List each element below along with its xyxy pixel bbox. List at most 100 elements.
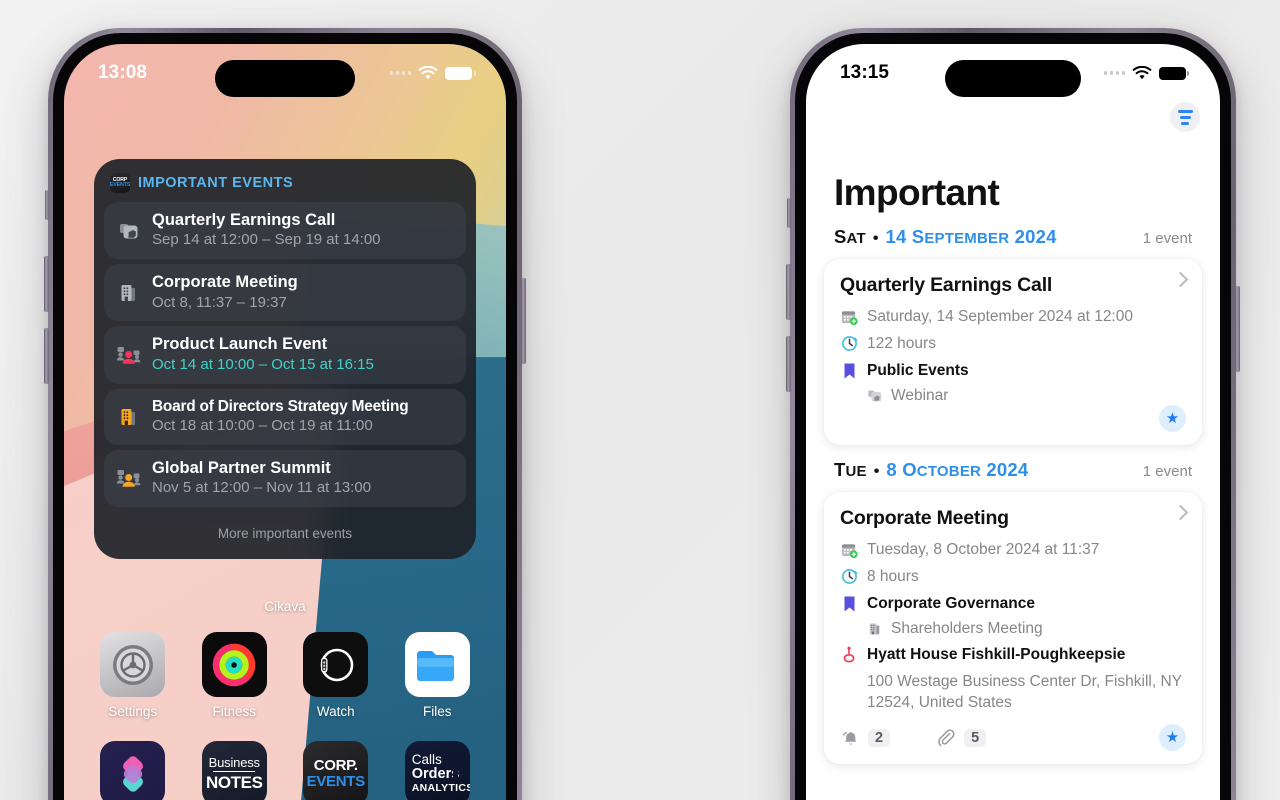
mute-switch[interactable] — [45, 190, 49, 220]
clock-duration-icon — [840, 568, 858, 586]
power-button[interactable] — [521, 278, 526, 364]
dynamic-island — [215, 60, 355, 97]
widget-event-date: Sep 14 at 12:00 – Sep 19 at 14:00 — [152, 231, 381, 249]
app-icon-shortcuts[interactable]: Shortcuts — [82, 741, 184, 800]
bookmark-icon — [840, 362, 858, 380]
widget-event-name: Product Launch Event — [152, 335, 328, 354]
day-date: 8 OCTOBER 2024 — [886, 459, 1029, 480]
cikava-line1: CORP. — [313, 756, 358, 774]
volume-down-button[interactable] — [44, 328, 49, 384]
widget-event-name: Board of Directors Strategy Meeting — [152, 397, 409, 415]
status-time: 13:15 — [840, 62, 890, 83]
webinar-hand-icon — [867, 388, 883, 404]
app-icon-settings[interactable]: Settings — [82, 632, 184, 719]
events-scroll-list[interactable]: SAT • 14 SEPTEMBER 2024 1 event Quarterl… — [806, 226, 1220, 800]
building-icon — [116, 404, 142, 430]
event-datetime-row: Tuesday, 8 October 2024 at 11:37 — [840, 540, 1186, 560]
widget-event-row[interactable]: Global Partner Summit Nov 5 at 12:00 – N… — [104, 449, 466, 507]
files-folder-icon — [404, 632, 470, 697]
building-icon — [867, 621, 883, 637]
calls-line3: ANALYTICS — [411, 781, 470, 794]
day-event-count: 1 event — [1142, 230, 1192, 247]
widget-event-row[interactable]: Product Launch Event Oct 14 at 10:00 – O… — [104, 326, 466, 384]
day-group: TUE • 8 OCTOBER 2024 1 event Corporate M… — [824, 459, 1202, 765]
phone-right-bezel: 13:15 Important SAT • 14 SEPTEMBER 2024 … — [795, 33, 1231, 800]
event-card[interactable]: Quarterly Earnings Call Saturday, 14 Sep… — [824, 259, 1202, 445]
star-icon[interactable]: ★ — [1159, 405, 1186, 432]
webinar-hand-icon — [116, 218, 142, 244]
widget-event-name: Global Partner Summit — [152, 458, 331, 477]
event-datetime: Tuesday, 8 October 2024 at 11:37 — [867, 541, 1100, 558]
event-duration: 8 hours — [867, 567, 919, 585]
calendar-plus-icon — [840, 308, 858, 326]
mute-switch[interactable] — [787, 198, 791, 228]
day-of-week: SAT — [834, 226, 866, 247]
app-label: Settings — [108, 704, 158, 719]
watch-icon — [303, 632, 369, 697]
app-label: Files — [422, 704, 452, 719]
app-icon-cikava[interactable]: CORP. EVENTS Cikava — [285, 741, 387, 800]
cikava-icon: CORP. EVENTS — [303, 741, 369, 800]
important-events-widget[interactable]: CORP EVENTS IMPORTANT EVENTS Quarterly E… — [94, 159, 476, 559]
app-icon-files[interactable]: Files — [387, 632, 489, 719]
notetka-line1: Business — [208, 754, 260, 770]
day-header: SAT • 14 SEPTEMBER 2024 1 event — [824, 226, 1202, 259]
day-group: SAT • 14 SEPTEMBER 2024 1 event Quarterl… — [824, 226, 1202, 445]
widget-event-date: Oct 14 at 10:00 – Oct 15 at 16:15 — [152, 355, 374, 373]
widget-title: IMPORTANT EVENTS — [138, 175, 294, 191]
event-location-row: Hyatt House Fishkill-Poughkeepsie — [840, 645, 1186, 665]
toolbar — [1170, 102, 1200, 132]
filter-icon[interactable] — [1170, 102, 1200, 132]
star-glyph: ★ — [1165, 729, 1180, 747]
battery-icon — [1159, 66, 1189, 80]
call-scheduler-icon: Calls Orders ANALYTICS — [404, 741, 470, 800]
volume-up-button[interactable] — [786, 264, 791, 320]
dynamic-island — [945, 60, 1081, 97]
day-separator: • — [873, 463, 880, 480]
app-icon-watch[interactable]: Watch — [285, 632, 387, 719]
widget-event-date: Oct 18 at 10:00 – Oct 19 at 11:00 — [152, 416, 373, 434]
star-icon[interactable]: ★ — [1159, 724, 1186, 752]
widget-event-row[interactable]: Corporate Meeting Oct 8, 11:37 – 19:37 — [104, 264, 466, 322]
event-datetime: Saturday, 14 September 2024 at 12:00 — [867, 308, 1133, 325]
event-category: Corporate Governance — [867, 594, 1035, 612]
attachments-count: 5 — [964, 728, 987, 747]
day-separator: • — [872, 230, 879, 247]
phone-left-bezel: 13:08 CORP EVENTS IMPORTANT EVENTS Quart… — [53, 33, 517, 800]
shortcuts-icon — [100, 741, 166, 800]
settings-gear-icon — [100, 632, 166, 697]
app-icon-call-scheduler[interactable]: Calls Orders ANALYTICS Call Scheduler — [387, 741, 489, 800]
signal-dots-icon — [389, 71, 411, 75]
notetka-icon: Business NOTES — [201, 741, 267, 800]
event-location-name: Hyatt House Fishkill-Poughkeepsie — [867, 646, 1126, 664]
event-datetime-row: Saturday, 14 September 2024 at 12:00 — [840, 307, 1186, 327]
location-pin-icon — [840, 646, 858, 664]
widget-event-name: Quarterly Earnings Call — [152, 211, 336, 229]
event-duration-row: 122 hours — [840, 334, 1186, 354]
star-glyph: ★ — [1165, 410, 1180, 427]
widget-more-link[interactable]: More important events — [104, 512, 466, 551]
app-icon-notetka[interactable]: Business NOTES Notetka — [184, 741, 286, 800]
wifi-icon — [418, 65, 438, 79]
event-subcategory: Webinar — [891, 387, 949, 405]
event-duration-row: 8 hours — [840, 567, 1186, 587]
volume-down-button[interactable] — [786, 336, 791, 392]
widget-event-row[interactable]: Board of Directors Strategy Meeting Oct … — [104, 388, 466, 445]
app-icon-fitness[interactable]: Fitness — [184, 632, 286, 719]
event-card[interactable]: Corporate Meeting Tuesday, 8 October 202… — [824, 492, 1202, 765]
phone-left: 13:08 CORP EVENTS IMPORTANT EVENTS Quart… — [44, 28, 526, 800]
widget-icon-line2: EVENTS — [110, 181, 130, 188]
power-button[interactable] — [1235, 286, 1240, 372]
cikava-app-screen: 13:15 Important SAT • 14 SEPTEMBER 2024 … — [806, 44, 1220, 800]
cikava-line2: EVENTS — [306, 772, 366, 790]
building-icon — [116, 280, 142, 306]
widget-caption: Cikava — [264, 599, 306, 614]
widget-event-date: Nov 5 at 12:00 – Nov 11 at 13:00 — [152, 479, 372, 497]
day-date: 14 SEPTEMBER 2024 — [885, 226, 1057, 247]
volume-up-button[interactable] — [44, 256, 49, 312]
people-group-icon — [116, 465, 142, 491]
app-label: Watch — [316, 704, 355, 719]
reminders-count: 2 — [868, 728, 891, 747]
widget-event-row[interactable]: Quarterly Earnings Call Sep 14 at 12:00 … — [104, 202, 466, 260]
event-category: Public Events — [867, 361, 969, 379]
